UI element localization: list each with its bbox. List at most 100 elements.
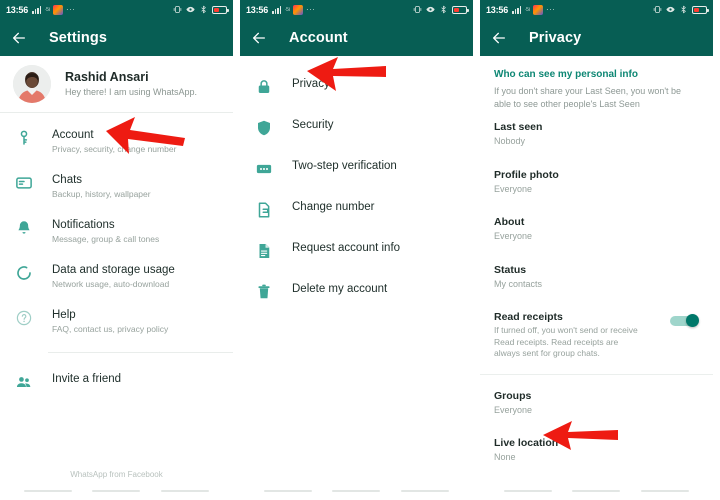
eye-icon	[666, 6, 675, 13]
bluetooth-icon	[201, 5, 206, 14]
sim-signal-icon: ·5i	[524, 6, 530, 13]
sidebar-item-label: Help	[52, 309, 76, 321]
status-time: 13:56	[6, 4, 29, 15]
profile-name: Rashid Ansari	[65, 69, 149, 84]
status-time: 13:56	[486, 4, 509, 15]
bell-icon	[15, 219, 33, 237]
app-notification-icon	[52, 4, 63, 15]
navbar-recents-bar[interactable]	[400, 490, 449, 492]
menu-item-request-account-info[interactable]: Request account info	[240, 230, 473, 271]
data-icon	[15, 264, 33, 282]
sim-signal-icon: ·5i	[284, 6, 290, 13]
panel-account: 13:56 ·5i ··· Account Privacy Security T…	[240, 0, 473, 500]
lock-icon	[255, 78, 273, 96]
sidebar-item-help[interactable]: Help FAQ, contact us, privacy policy	[0, 299, 233, 344]
privacy-item-label: Status	[494, 263, 527, 276]
bluetooth-icon	[441, 5, 446, 14]
three-panel-walkthrough: 13:56 ·5i ··· Settings Rashid Ansari Hey…	[0, 0, 720, 500]
appbar-privacy: Privacy	[480, 19, 713, 56]
sidebar-item-chats[interactable]: Chats Backup, history, wallpaper	[0, 164, 233, 209]
keypad-icon	[255, 160, 273, 178]
menu-item-two-step-verification[interactable]: Two-step verification	[240, 148, 473, 189]
back-arrow-icon[interactable]	[491, 30, 507, 46]
back-arrow-icon[interactable]	[11, 30, 27, 46]
profile-status: Hey there! I am using WhatsApp.	[65, 86, 198, 97]
privacy-item-live-location[interactable]: Live location None	[480, 426, 713, 474]
privacy-item-read-receipts[interactable]: Read receipts If turned off, you won't s…	[480, 300, 713, 370]
privacy-item-label: Live location	[494, 437, 559, 449]
privacy-item-value: My contacts	[494, 278, 543, 289]
eye-icon	[426, 6, 435, 13]
status-bar-account: 13:56 ·5i ···	[240, 0, 473, 19]
more-dots-icon: ···	[65, 4, 76, 14]
more-dots-icon: ···	[305, 4, 316, 14]
navbar-recents-bar[interactable]	[640, 490, 689, 492]
sidebar-item-notifications[interactable]: Notifications Message, group & call tone…	[0, 209, 233, 254]
toggle-knob	[686, 314, 699, 327]
sidebar-item-label: Invite a friend	[52, 373, 122, 385]
app-notification-icon	[532, 4, 543, 15]
shield-icon	[255, 119, 273, 137]
vibrate-icon	[413, 6, 422, 13]
privacy-item-value: Nobody	[494, 136, 526, 146]
sidebar-item-invite-friend[interactable]: Invite a friend	[0, 361, 233, 402]
menu-item-security[interactable]: Security	[240, 107, 473, 148]
sim-signal-icon: ·5i	[44, 6, 50, 13]
navbar-home-bar[interactable]	[572, 490, 621, 492]
profile-row[interactable]: Rashid Ansari Hey there! I am using What…	[0, 56, 233, 112]
navbar-back-bar[interactable]	[504, 490, 553, 492]
sidebar-item-account[interactable]: Account Privacy, security, change number	[0, 119, 233, 164]
divider	[48, 352, 233, 353]
privacy-item-value: Everyone	[494, 231, 533, 241]
privacy-item-groups[interactable]: Groups Everyone	[480, 379, 713, 427]
key-icon	[15, 129, 33, 147]
navbar-back-bar[interactable]	[264, 490, 313, 492]
eye-icon	[186, 6, 195, 13]
sidebar-item-sub: Backup, history, wallpaper	[52, 189, 151, 199]
app-notification-icon	[292, 4, 303, 15]
signal-bars-icon	[272, 5, 282, 14]
trash-icon	[255, 283, 273, 301]
system-navbar	[0, 482, 233, 500]
privacy-item-label: Read receipts	[494, 311, 563, 323]
status-time: 13:56	[246, 4, 269, 15]
privacy-item-about[interactable]: About Everyone	[480, 205, 713, 253]
read-receipts-toggle[interactable]	[670, 314, 699, 327]
privacy-item-description: If turned off, you won't send or receive…	[494, 325, 638, 358]
privacy-item-value: Everyone	[494, 183, 533, 194]
privacy-list: Who can see my personal info If you don'…	[480, 56, 713, 500]
sidebar-item-label: Chats	[52, 174, 83, 186]
privacy-item-profile-photo[interactable]: Profile photo Everyone	[480, 158, 713, 206]
panel-privacy: 13:56 ·5i ··· Privacy Who can see my per…	[480, 0, 713, 500]
menu-item-label: Change number	[292, 201, 375, 213]
people-icon	[15, 373, 33, 391]
privacy-item-label: About	[494, 216, 525, 228]
appbar-settings: Settings	[0, 19, 233, 56]
privacy-item-last-seen[interactable]: Last seen Nobody	[480, 110, 713, 158]
menu-item-label: Request account info	[292, 242, 401, 254]
menu-item-privacy[interactable]: Privacy	[240, 66, 473, 107]
privacy-item-status[interactable]: Status My contacts	[480, 253, 713, 301]
bluetooth-icon	[681, 5, 686, 14]
navbar-back-bar[interactable]	[24, 490, 73, 492]
vibrate-icon	[653, 6, 662, 13]
navbar-home-bar[interactable]	[332, 490, 381, 492]
avatar	[13, 65, 51, 103]
privacy-item-value: None	[494, 452, 516, 462]
menu-item-change-number[interactable]: Change number	[240, 189, 473, 230]
menu-item-label: Security	[292, 119, 334, 131]
page-title: Settings	[49, 29, 107, 46]
battery-icon	[452, 5, 469, 14]
privacy-section-header: Who can see my personal info If you don'…	[480, 56, 713, 110]
battery-icon	[692, 5, 709, 14]
navbar-recents-bar[interactable]	[160, 490, 209, 492]
sidebar-item-sub: Privacy, security, change number	[52, 144, 177, 154]
signal-bars-icon	[512, 5, 522, 14]
back-arrow-icon[interactable]	[251, 30, 267, 46]
navbar-home-bar[interactable]	[92, 490, 141, 492]
menu-item-label: Two-step verification	[292, 160, 397, 172]
help-icon	[15, 309, 33, 327]
menu-item-delete-my-account[interactable]: Delete my account	[240, 271, 473, 312]
sidebar-item-data-storage[interactable]: Data and storage usage Network usage, au…	[0, 254, 233, 299]
status-bar-settings: 13:56 ·5i ···	[0, 0, 233, 19]
